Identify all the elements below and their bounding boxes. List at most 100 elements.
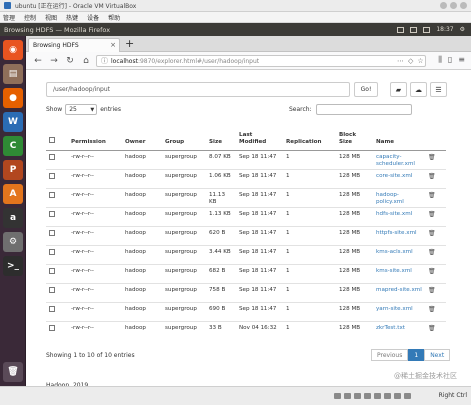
files-icon[interactable]: ▤ [3,64,23,84]
delete-trash-icon[interactable]: 🗑 [428,230,436,237]
group-cell[interactable]: supergroup [162,206,206,226]
volume-icon[interactable] [423,26,431,33]
file-name-link[interactable]: yarn-site.xml [373,301,425,321]
input-method-icon[interactable] [410,26,418,33]
row-checkbox[interactable] [49,210,55,217]
group-cell[interactable]: supergroup [162,168,206,188]
firefox-icon[interactable]: ● [3,88,23,108]
column-header-last-modified[interactable]: Last Modified [236,124,283,151]
maximize-button[interactable] [450,2,457,9]
owner-cell[interactable]: hadoop [122,149,162,169]
url-bar[interactable]: ⓘ localhost :9870/explorer.html#/user/ha… [96,55,426,67]
delete-trash-icon[interactable]: 🗑 [428,268,436,275]
replication-cell[interactable]: 1 [283,320,336,340]
permission-cell[interactable]: -rw-r--r-- [68,320,122,340]
vbox-status-icon[interactable] [334,393,341,399]
network-icon[interactable] [397,26,405,33]
select-all-checkbox[interactable] [49,136,55,143]
owner-cell[interactable]: hadoop [122,282,162,302]
library-icon[interactable]: ⫼ [438,55,442,65]
ubuntu-dash-icon[interactable]: ◉ [3,40,23,60]
menu-item-manage[interactable]: 管理 [3,13,15,22]
vbox-status-icon[interactable] [384,393,391,399]
file-name-link[interactable]: mapred-site.xml [373,282,425,302]
forward-icon[interactable]: → [48,55,60,67]
terminal-icon[interactable]: >_ [3,256,23,276]
group-cell[interactable]: supergroup [162,225,206,245]
permission-cell[interactable]: -rw-r--r-- [68,301,122,321]
menu-item-hotkey[interactable]: 热键 [66,13,78,22]
delete-trash-icon[interactable]: 🗑 [428,173,436,180]
replication-cell[interactable]: 1 [283,187,336,207]
sidebar-icon[interactable]: ▯ [448,55,452,65]
site-info-icon[interactable]: ⓘ [101,56,108,66]
writer-icon[interactable]: W [3,112,23,132]
column-header-block-size[interactable]: Block Size [336,124,373,151]
delete-trash-icon[interactable]: 🗑 [428,287,436,294]
delete-trash-icon[interactable]: 🗑 [428,249,436,256]
replication-cell[interactable]: 1 [283,168,336,188]
delete-trash-icon[interactable]: 🗑 [428,306,436,313]
cut-paste-button[interactable]: ☰ [430,82,447,97]
menu-hamburger-icon[interactable]: ≡ [458,55,465,65]
column-header-size[interactable]: Size [206,124,236,151]
select-all-header[interactable] [46,124,68,151]
page-1-button[interactable]: 1 [408,349,425,361]
directory-path-input[interactable]: /user/hadoop/input [46,82,350,97]
vbox-status-icon[interactable] [404,393,411,399]
settings-icon[interactable]: ⚙ [3,232,23,252]
row-checkbox[interactable] [49,191,55,198]
permission-cell[interactable]: -rw-r--r-- [68,168,122,188]
menu-item-view[interactable]: 视图 [45,13,57,22]
permission-cell[interactable]: -rw-r--r-- [68,263,122,283]
replication-cell[interactable]: 1 [283,282,336,302]
file-name-link[interactable]: core-site.xml [373,168,425,188]
permission-cell[interactable]: -rw-r--r-- [68,225,122,245]
file-name-link[interactable]: capacity-scheduler.xml [373,149,425,169]
row-checkbox[interactable] [49,324,55,331]
page-size-select[interactable]: 25 ▼ [65,104,98,115]
delete-trash-icon[interactable]: 🗑 [428,192,436,199]
trash-icon[interactable]: 🗑 [3,362,23,382]
row-checkbox[interactable] [49,305,55,312]
group-cell[interactable]: supergroup [162,187,206,207]
replication-cell[interactable]: 1 [283,225,336,245]
new-tab-icon[interactable]: + [125,37,134,50]
row-checkbox[interactable] [49,286,55,293]
minimize-button[interactable] [440,2,447,9]
owner-cell[interactable]: hadoop [122,206,162,226]
file-name-link[interactable]: hdfs-site.xml [373,206,425,226]
file-name-link[interactable]: httpfs-site.xml [373,225,425,245]
owner-cell[interactable]: hadoop [122,225,162,245]
replication-cell[interactable]: 1 [283,149,336,169]
file-name-link[interactable]: zkrTest.txt [373,320,425,340]
column-header-name[interactable]: Name [373,124,425,151]
menu-item-devices[interactable]: 设备 [87,13,99,22]
column-header-replication[interactable]: Replication [283,124,336,151]
menu-item-control[interactable]: 控制 [24,13,36,22]
next-page-button[interactable]: Next [424,349,451,361]
vbox-status-icon[interactable] [344,393,351,399]
file-name-link[interactable]: hadoop-policy.xml [373,187,425,207]
power-gear-icon[interactable]: ⚙ [460,26,465,33]
create-directory-button[interactable]: ▰ [390,82,407,97]
amazon-icon[interactable]: a [3,208,23,228]
file-name-link[interactable]: kms-acls.xml [373,244,425,264]
close-button[interactable] [460,2,467,9]
bookmark-star-icon[interactable]: ☆ [417,57,423,65]
permission-cell[interactable]: -rw-r--r-- [68,187,122,207]
replication-cell[interactable]: 1 [283,244,336,264]
vbox-status-icon[interactable] [354,393,361,399]
owner-cell[interactable]: hadoop [122,301,162,321]
owner-cell[interactable]: hadoop [122,168,162,188]
delete-trash-icon[interactable]: 🗑 [428,325,436,332]
replication-cell[interactable]: 1 [283,301,336,321]
owner-cell[interactable]: hadoop [122,320,162,340]
row-checkbox[interactable] [49,153,55,160]
back-icon[interactable]: ← [32,55,44,67]
group-cell[interactable]: supergroup [162,282,206,302]
menu-item-help[interactable]: 帮助 [108,13,120,22]
calc-icon[interactable]: C [3,136,23,156]
permission-cell[interactable]: -rw-r--r-- [68,149,122,169]
home-icon[interactable]: ⌂ [80,55,92,67]
